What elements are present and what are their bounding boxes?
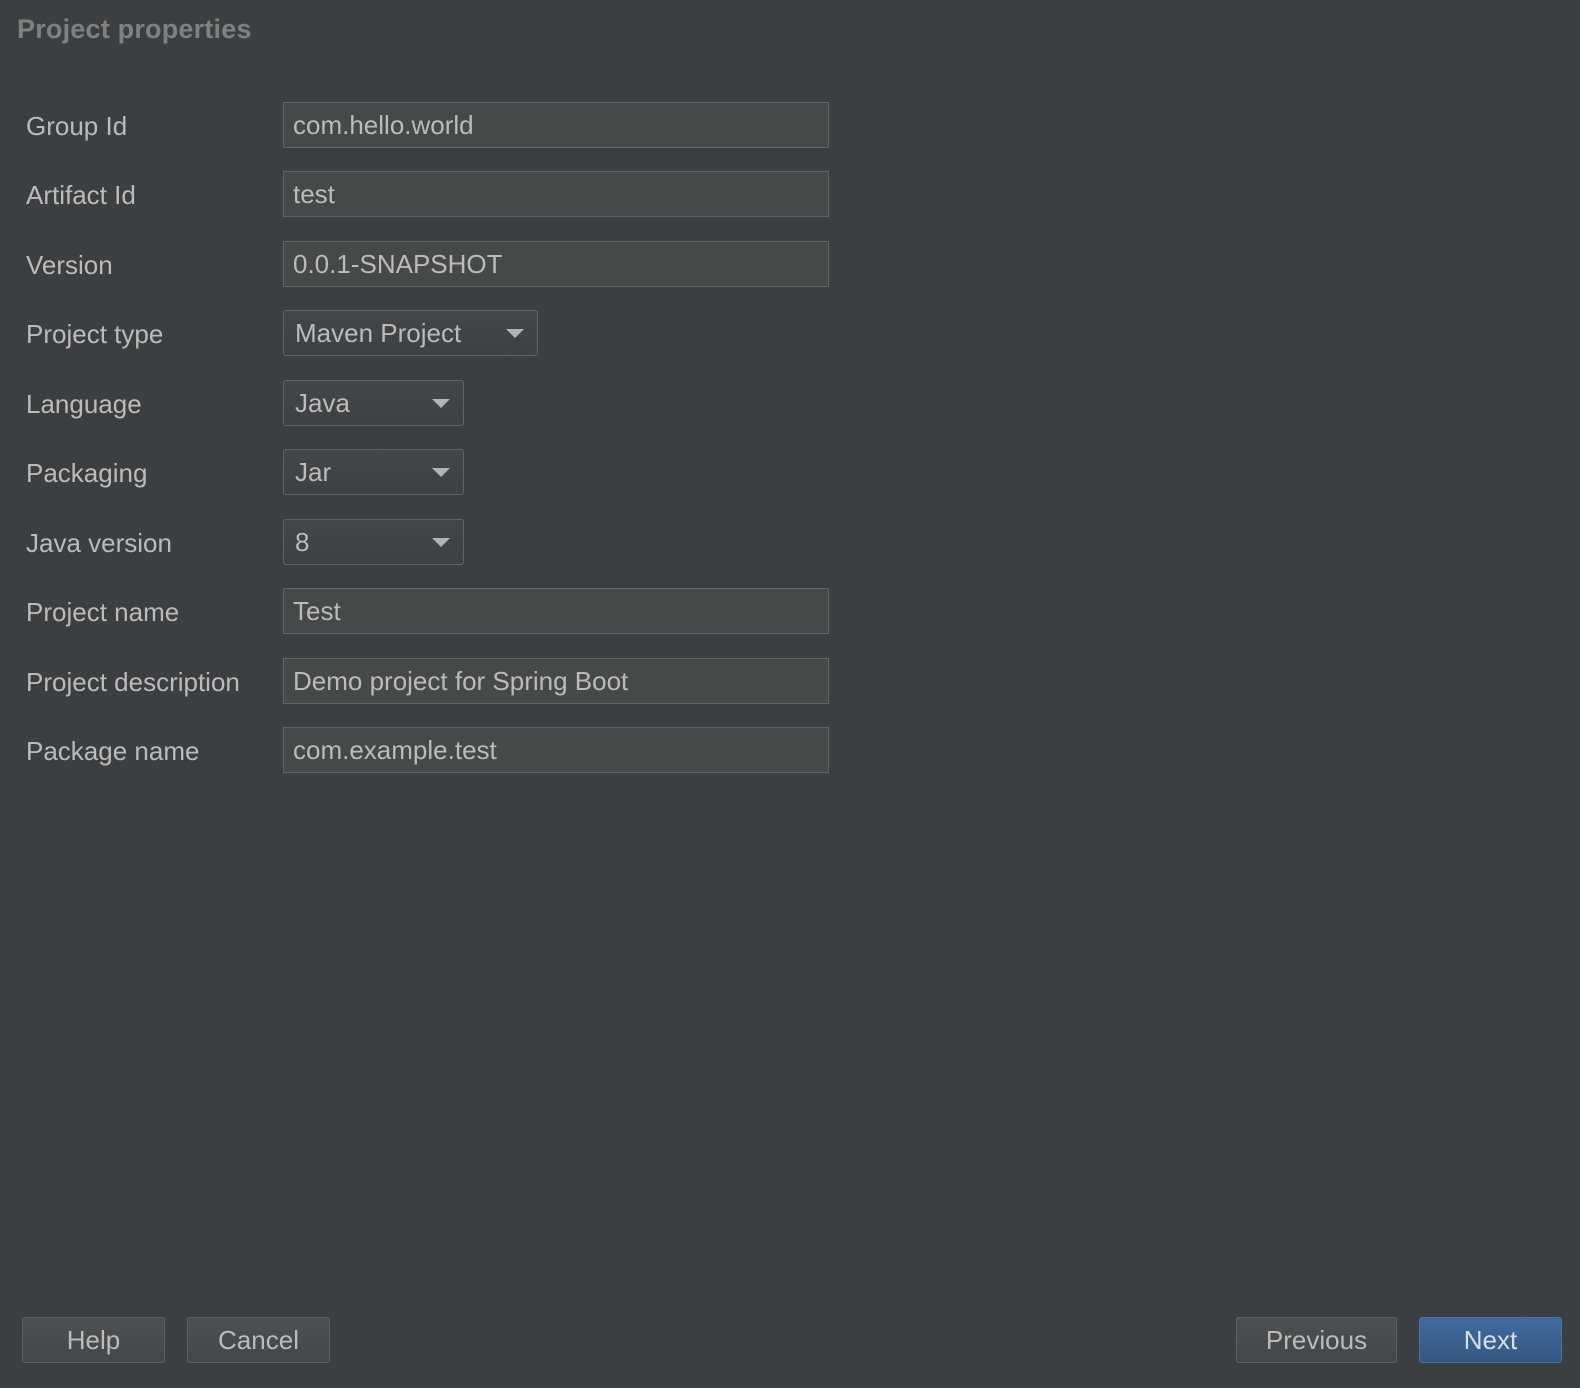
java-version-selected: 8: [295, 527, 310, 557]
chevron-down-icon: [432, 468, 450, 477]
language-dropdown[interactable]: Java: [283, 380, 464, 426]
next-button[interactable]: Next: [1419, 1317, 1562, 1363]
form-row-group-id: Group Id: [0, 102, 900, 150]
project-description-input[interactable]: [283, 658, 829, 704]
project-type-label: Project type: [26, 319, 164, 349]
form-row-project-name: Project name: [0, 588, 900, 636]
form-row-artifact-id: Artifact Id: [0, 171, 900, 219]
language-label: Language: [26, 389, 142, 419]
form-row-project-type: Project type Maven Project: [0, 310, 900, 358]
packaging-dropdown[interactable]: Jar: [283, 449, 464, 495]
help-button[interactable]: Help: [22, 1317, 165, 1363]
packaging-label: Packaging: [26, 458, 148, 488]
section-title: Project properties: [17, 14, 252, 44]
group-id-label: Group Id: [26, 111, 128, 141]
chevron-down-icon: [506, 329, 524, 338]
language-selected: Java: [295, 388, 350, 418]
artifact-id-label: Artifact Id: [26, 180, 136, 210]
version-label: Version: [26, 250, 113, 280]
form-row-language: Language Java: [0, 380, 900, 428]
project-description-label: Project description: [26, 667, 240, 697]
project-name-input[interactable]: [283, 588, 829, 634]
cancel-button[interactable]: Cancel: [187, 1317, 330, 1363]
package-name-input[interactable]: [283, 727, 829, 773]
form-row-packaging: Packaging Jar: [0, 449, 900, 497]
previous-button[interactable]: Previous: [1236, 1317, 1397, 1363]
package-name-label: Package name: [26, 736, 200, 766]
chevron-down-icon: [432, 399, 450, 408]
group-id-input[interactable]: [283, 102, 829, 148]
packaging-selected: Jar: [295, 457, 332, 487]
form-row-package-name: Package name: [0, 727, 900, 775]
version-input[interactable]: [283, 241, 829, 287]
java-version-dropdown[interactable]: 8: [283, 519, 464, 565]
form-row-java-version: Java version 8: [0, 519, 900, 567]
project-type-dropdown[interactable]: Maven Project: [283, 310, 538, 356]
form-row-project-description: Project description: [0, 658, 900, 706]
chevron-down-icon: [432, 538, 450, 547]
project-type-selected: Maven Project: [295, 318, 462, 348]
java-version-label: Java version: [26, 528, 172, 558]
project-name-label: Project name: [26, 597, 180, 627]
artifact-id-input[interactable]: [283, 171, 829, 217]
form-row-version: Version: [0, 241, 900, 289]
